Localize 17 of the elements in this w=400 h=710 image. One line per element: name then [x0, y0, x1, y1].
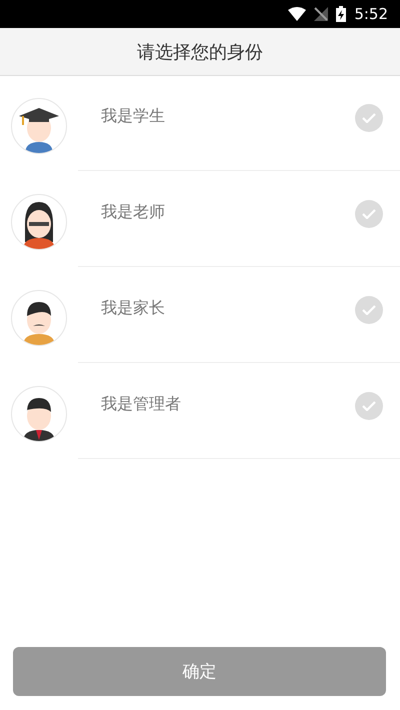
- no-signal-icon: [314, 7, 328, 21]
- status-time: 5:52: [354, 5, 388, 23]
- avatar-icon: [11, 98, 67, 154]
- check-icon[interactable]: [355, 104, 383, 132]
- battery-charging-icon: [336, 6, 346, 22]
- avatar-icon: [11, 290, 67, 346]
- role-label[interactable]: 我是管理者: [101, 394, 355, 415]
- avatar-icon: [11, 194, 67, 250]
- check-icon[interactable]: [355, 392, 383, 420]
- wifi-icon: [288, 7, 306, 21]
- check-icon[interactable]: [355, 296, 383, 324]
- role-label[interactable]: 我是学生: [101, 106, 355, 127]
- role-label[interactable]: 我是老师: [101, 202, 355, 223]
- avatar-icon: [11, 386, 67, 442]
- role-label[interactable]: 我是家长: [101, 298, 355, 319]
- check-icon[interactable]: [355, 200, 383, 228]
- page-title: 请选择您的身份: [137, 40, 263, 64]
